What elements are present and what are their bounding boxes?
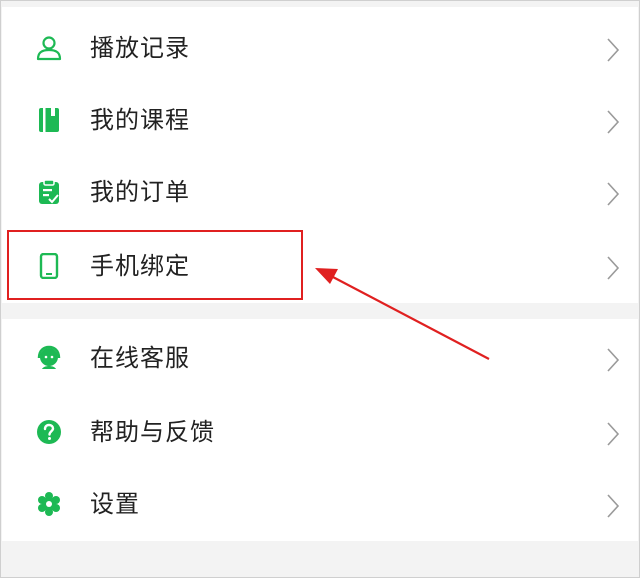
annotation-arrow: [315, 268, 490, 360]
screenshot-frame: 播放记录 我的课程 我的订单 手机绑定 在线客服 帮助与反馈 设置: [0, 0, 640, 578]
